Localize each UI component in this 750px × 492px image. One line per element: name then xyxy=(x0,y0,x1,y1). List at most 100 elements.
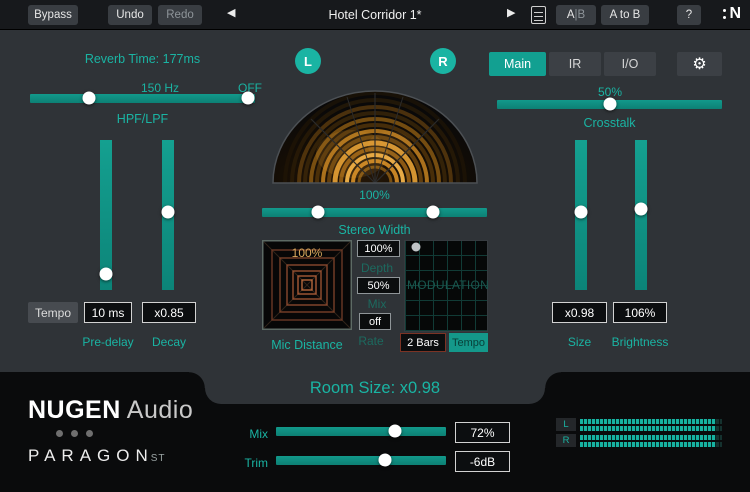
meter-left-label: L xyxy=(556,418,576,431)
meter-right-fill xyxy=(580,435,716,440)
mic-distance-control[interactable]: 100% xyxy=(262,240,352,330)
mix-label: Mix xyxy=(236,427,268,441)
mic-distance-svg: 100% xyxy=(262,240,352,330)
ab-compare-button[interactable]: A|B xyxy=(556,5,596,25)
preset-name[interactable]: Hotel Corridor 1* xyxy=(283,8,467,22)
mod-rate-label: Rate xyxy=(348,334,394,348)
tab-ir[interactable]: IR xyxy=(549,52,601,76)
mod-rate-off-toggle[interactable]: off xyxy=(359,313,391,330)
preset-menu-icon[interactable] xyxy=(531,6,546,24)
meter-left-fill xyxy=(580,419,716,424)
level-meter-right: R xyxy=(556,434,722,447)
predelay-handle[interactable] xyxy=(100,267,113,280)
brightness-value-box[interactable]: 106% xyxy=(613,302,667,323)
modulation-title: MODULATION xyxy=(407,278,489,292)
decay-label: Decay xyxy=(140,335,198,349)
nugen-audio-wordmark: NUGENAudio xyxy=(28,396,193,425)
top-toolbar: Bypass Undo Redo ◀ Hotel Corridor 1* ▶ A… xyxy=(0,0,750,30)
mod-depth-label: Depth xyxy=(352,261,402,275)
crosstalk-handle[interactable] xyxy=(603,98,616,111)
filter-label: HPF/LPF xyxy=(30,112,255,126)
trim-track xyxy=(276,456,446,465)
prev-preset-icon[interactable]: ◀ xyxy=(227,8,235,19)
predelay-tempo-toggle[interactable]: Tempo xyxy=(28,302,78,323)
bottom-bar: Room Size: x0.98 NUGENAudio PARAGONST Mi… xyxy=(0,372,750,492)
product-suffix: ST xyxy=(151,453,166,464)
ab-active-label: A xyxy=(567,9,575,21)
brand-audio: Audio xyxy=(127,396,193,424)
stereo-width-track xyxy=(262,208,487,217)
predelay-value-box[interactable]: 10 ms xyxy=(84,302,132,323)
hpf-lpf-slider[interactable] xyxy=(30,92,255,105)
size-handle[interactable] xyxy=(575,206,588,219)
mix-value-box[interactable]: 72% xyxy=(455,422,510,443)
trim-handle[interactable] xyxy=(378,454,391,467)
ab-inactive-label: |B xyxy=(575,9,586,21)
tab-main[interactable]: Main xyxy=(489,52,546,76)
next-preset-icon[interactable]: ▶ xyxy=(507,8,515,19)
mic-distance-label: Mic Distance xyxy=(250,338,364,352)
brightness-label: Brightness xyxy=(604,335,676,349)
mod-tempo-sync-button[interactable]: Tempo xyxy=(449,333,488,352)
size-slider[interactable] xyxy=(574,140,588,290)
room-size-text: Room Size: x0.98 xyxy=(310,379,440,398)
solo-left-button[interactable]: L xyxy=(295,48,321,74)
decay-handle[interactable] xyxy=(162,206,175,219)
brightness-handle[interactable] xyxy=(635,203,648,216)
size-value-box[interactable]: x0.98 xyxy=(552,302,607,323)
main-panel: Reverb Time: 177ms 150 Hz OFF HPF/LPF Te… xyxy=(0,30,750,372)
mix-handle[interactable] xyxy=(389,425,402,438)
logo-letter: N xyxy=(729,5,741,23)
size-label: Size xyxy=(552,335,607,349)
brightness-slider[interactable] xyxy=(634,140,648,290)
solo-right-button[interactable]: R xyxy=(430,48,456,74)
bypass-button[interactable]: Bypass xyxy=(28,5,78,25)
mix-track xyxy=(276,427,446,436)
meter-left-fill2 xyxy=(580,426,716,431)
redo-button[interactable]: Redo xyxy=(158,5,202,25)
mod-mix-value-box[interactable]: 50% xyxy=(357,277,400,294)
brand-nugen: NUGEN xyxy=(28,396,121,424)
nugen-logo-icon: N xyxy=(723,5,741,23)
predelay-label: Pre-delay xyxy=(74,335,142,349)
modulation-point[interactable] xyxy=(411,243,420,252)
level-meter-left: L xyxy=(556,418,722,431)
meter-left-bar xyxy=(580,418,722,431)
mod-rate-value-box[interactable]: 2 Bars xyxy=(400,333,446,352)
paragon-wordmark: PARAGONST xyxy=(28,446,166,466)
undo-button[interactable]: Undo xyxy=(108,5,152,25)
mod-depth-value-box[interactable]: 100% xyxy=(357,240,400,257)
meter-right-bar xyxy=(580,434,722,447)
crosstalk-label: Crosstalk xyxy=(497,116,722,130)
mix-slider[interactable] xyxy=(276,425,446,438)
brand-dots-icon xyxy=(56,430,93,437)
a-to-b-button[interactable]: A to B xyxy=(601,5,649,25)
impulse-response-display xyxy=(270,88,480,184)
stereo-width-label: Stereo Width xyxy=(262,223,487,237)
lpf-handle[interactable] xyxy=(242,92,255,105)
mic-distance-value: 100% xyxy=(292,246,323,260)
decay-value-box[interactable]: x0.85 xyxy=(142,302,196,323)
decay-slider[interactable] xyxy=(161,140,175,290)
logo-dots-icon xyxy=(723,9,726,19)
stereo-width-slider[interactable] xyxy=(262,206,487,219)
meter-right-fill2 xyxy=(580,442,716,447)
modulation-xy-pad[interactable]: MODULATION xyxy=(404,240,488,332)
trim-value-box[interactable]: -6dB xyxy=(455,451,510,472)
hpf-handle[interactable] xyxy=(82,92,95,105)
stereo-width-value: 100% xyxy=(262,188,487,202)
stereo-width-left-handle[interactable] xyxy=(312,206,325,219)
paragon-plugin-window: Bypass Undo Redo ◀ Hotel Corridor 1* ▶ A… xyxy=(0,0,750,492)
stereo-width-right-handle[interactable] xyxy=(427,206,440,219)
product-name: PARAGON xyxy=(28,446,154,465)
impulse-response-svg xyxy=(270,88,480,184)
help-button[interactable]: ? xyxy=(677,5,701,25)
settings-gear-icon[interactable]: ⚙ xyxy=(677,52,722,76)
crosstalk-slider[interactable] xyxy=(497,98,722,111)
meter-right-label: R xyxy=(556,434,576,447)
predelay-slider[interactable] xyxy=(99,140,113,290)
trim-label: Trim xyxy=(236,456,268,470)
tab-io[interactable]: I/O xyxy=(604,52,656,76)
trim-slider[interactable] xyxy=(276,454,446,467)
mod-mix-label: Mix xyxy=(352,297,402,311)
